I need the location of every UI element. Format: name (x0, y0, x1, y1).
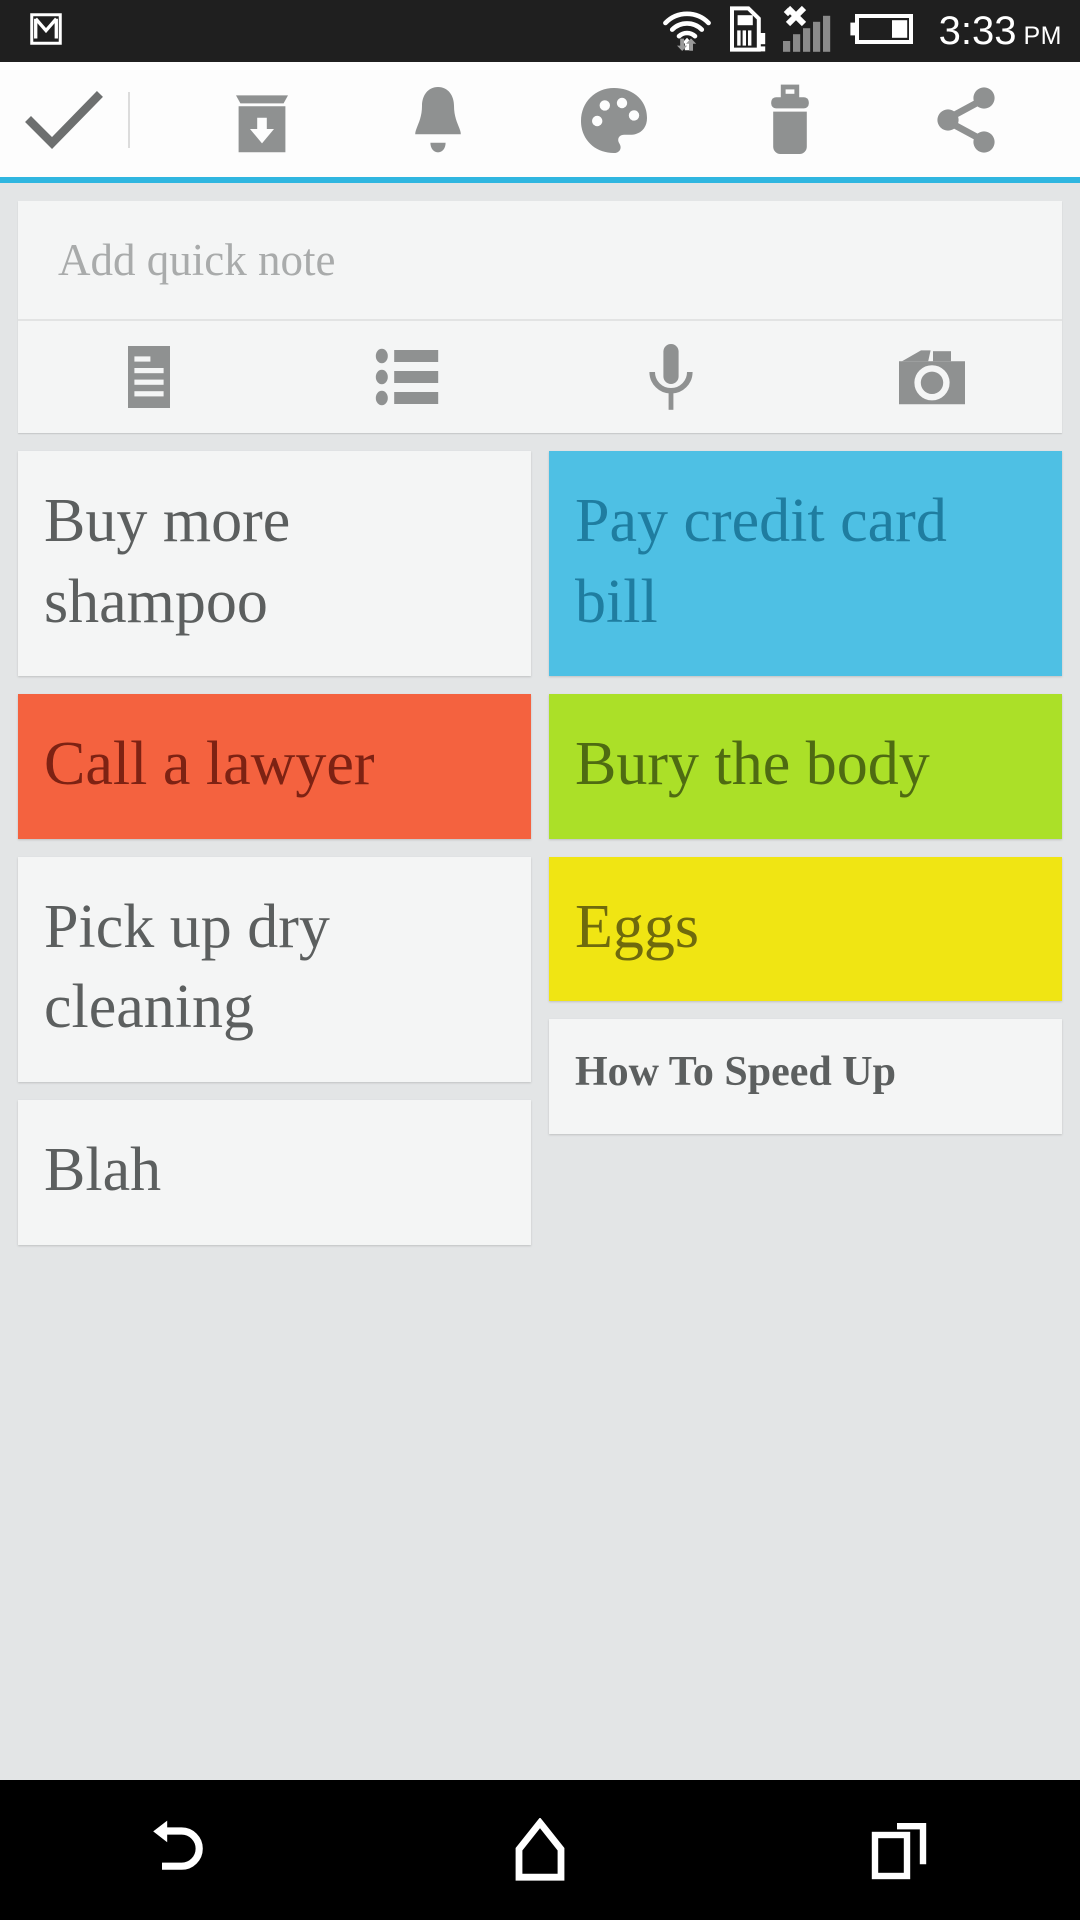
system-nav-bar (0, 1780, 1080, 1920)
toolbar-actions (130, 72, 1080, 168)
clock-time: 3:33 (938, 8, 1017, 53)
reminder-bell-button[interactable] (390, 72, 486, 168)
notes-column-right: Pay credit card bill Bury the body Eggs … (549, 451, 1062, 1920)
status-bar-notifications (26, 10, 66, 53)
note-card[interactable]: Bury the body (549, 694, 1062, 839)
done-button[interactable] (0, 89, 128, 151)
quick-note-card: Add quick note (18, 201, 1062, 433)
back-button[interactable] (105, 1780, 255, 1920)
home-button[interactable] (465, 1780, 615, 1920)
wifi-icon (661, 7, 713, 56)
no-signal-icon (779, 2, 835, 58)
app-screen: 3:33 PM Add quick note Buy more shampoo … (0, 0, 1080, 1920)
status-bar: 3:33 PM (0, 0, 1080, 62)
note-card[interactable]: How To Speed Up (549, 1019, 1062, 1134)
notes-body: Add quick note Buy more shampoo Call a l… (0, 183, 1080, 1920)
battery-icon (848, 9, 916, 54)
notes-grid: Buy more shampoo Call a lawyer Pick up d… (18, 451, 1062, 1920)
list-note-button[interactable] (279, 346, 540, 408)
note-card[interactable]: Blah (18, 1099, 531, 1245)
recents-button[interactable] (825, 1780, 975, 1920)
note-card[interactable]: Pay credit card bill (549, 451, 1062, 677)
gmail-icon (26, 10, 66, 53)
note-card[interactable]: Call a lawyer (18, 694, 531, 839)
delete-trash-button[interactable] (742, 72, 838, 168)
quick-note-placeholder: Add quick note (58, 235, 336, 285)
clock-ampm: PM (1023, 21, 1062, 50)
quick-note-input[interactable]: Add quick note (18, 201, 1062, 321)
action-toolbar (0, 62, 1080, 177)
photo-note-button[interactable] (801, 346, 1062, 408)
note-card[interactable]: Eggs (549, 856, 1062, 1002)
status-bar-clock: 3:33 PM (939, 9, 1062, 54)
note-card[interactable]: Buy more shampoo (18, 451, 531, 677)
voice-note-button[interactable] (540, 341, 801, 413)
quick-note-actions (18, 321, 1062, 433)
notes-column-left: Buy more shampoo Call a lawyer Pick up d… (18, 451, 531, 1920)
text-note-button[interactable] (18, 342, 279, 412)
sim-card-alert-icon (726, 5, 766, 57)
note-card[interactable]: Pick up dry cleaning (18, 856, 531, 1082)
status-bar-system-icons: 3:33 PM (661, 2, 1062, 58)
color-palette-button[interactable] (566, 72, 662, 168)
share-button[interactable] (918, 72, 1014, 168)
archive-button[interactable] (214, 72, 310, 168)
